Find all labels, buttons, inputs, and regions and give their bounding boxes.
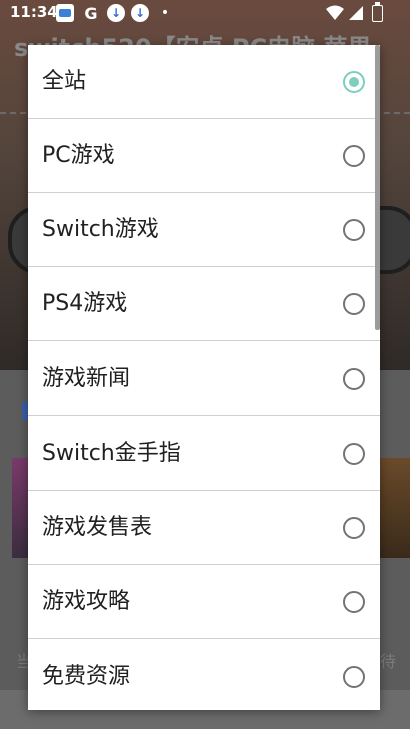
radio-unchecked-icon[interactable] bbox=[343, 219, 365, 241]
radio-unchecked-icon[interactable] bbox=[343, 666, 365, 688]
radio-unchecked-icon[interactable] bbox=[343, 591, 365, 613]
radio-unchecked-icon[interactable] bbox=[343, 517, 365, 539]
option-label: 游戏发售表 bbox=[42, 515, 153, 540]
option-label: Switch游戏 bbox=[42, 217, 159, 242]
option-label: 全站 bbox=[42, 69, 87, 94]
status-time: 11:34 bbox=[10, 3, 58, 21]
photo-icon bbox=[56, 4, 74, 22]
option-label: Switch金手指 bbox=[42, 441, 181, 466]
option-label: 游戏攻略 bbox=[42, 589, 131, 614]
category-select-dialog: 全站 PC游戏 Switch游戏 PS4游戏 游戏新闻 Switch金手指 游戏… bbox=[28, 45, 380, 710]
option-game-news[interactable]: 游戏新闻 bbox=[28, 342, 380, 416]
option-switch-cheats[interactable]: Switch金手指 bbox=[28, 417, 380, 491]
option-label: 游戏新闻 bbox=[42, 366, 131, 391]
option-switch-games[interactable]: Switch游戏 bbox=[28, 193, 380, 267]
radio-unchecked-icon[interactable] bbox=[343, 368, 365, 390]
dot-icon: • bbox=[160, 5, 170, 21]
option-game-guides[interactable]: 游戏攻略 bbox=[28, 565, 380, 639]
option-label: PS4游戏 bbox=[42, 291, 128, 316]
option-ps4-games[interactable]: PS4游戏 bbox=[28, 267, 380, 341]
status-bar: 11:34 G ↓ ↓ • bbox=[0, 0, 410, 26]
option-release-schedule[interactable]: 游戏发售表 bbox=[28, 491, 380, 565]
radio-unchecked-icon[interactable] bbox=[343, 293, 365, 315]
signal-icon bbox=[347, 4, 365, 22]
background-footer-right: 待 bbox=[380, 652, 397, 671]
option-free-resources[interactable]: 免费资源 bbox=[28, 640, 380, 710]
option-all-site[interactable]: 全站 bbox=[28, 45, 380, 119]
option-pc-games[interactable]: PC游戏 bbox=[28, 119, 380, 193]
option-label: PC游戏 bbox=[42, 143, 115, 168]
radio-checked-icon[interactable] bbox=[343, 71, 365, 93]
download-icon: ↓ bbox=[131, 4, 149, 22]
radio-unchecked-icon[interactable] bbox=[343, 443, 365, 465]
radio-unchecked-icon[interactable] bbox=[343, 145, 365, 167]
battery-icon bbox=[368, 1, 386, 22]
option-label: 免费资源 bbox=[42, 664, 131, 689]
download-icon: ↓ bbox=[107, 4, 125, 22]
wifi-icon bbox=[326, 4, 344, 22]
google-icon: G bbox=[84, 3, 98, 23]
dialog-scrollbar[interactable] bbox=[375, 45, 380, 330]
